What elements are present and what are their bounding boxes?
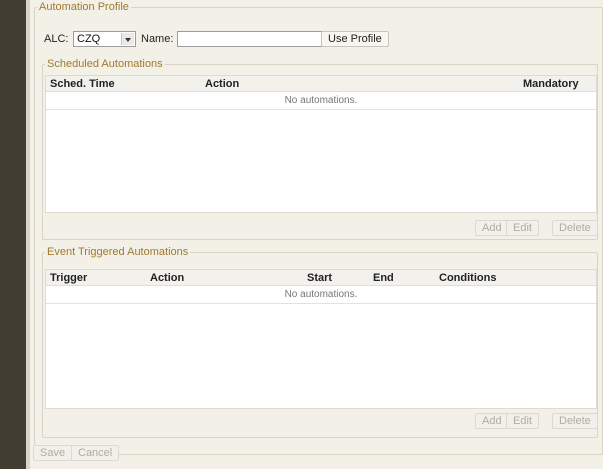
empty-message: No automations. <box>284 289 358 300</box>
empty-message: No automations. <box>284 95 358 106</box>
alc-select-value: CZQ <box>77 33 101 45</box>
table-header: Trigger Action Start End Conditions <box>46 270 596 286</box>
column-header-start[interactable]: Start <box>307 272 332 284</box>
event-triggered-automations-legend: Event Triggered Automations <box>47 246 189 258</box>
scheduled-add-button[interactable]: Add <box>475 220 509 236</box>
event-edit-button[interactable]: Edit <box>506 413 539 429</box>
event-delete-button[interactable]: Delete <box>552 413 598 429</box>
column-header-mandatory[interactable]: Mandatory <box>523 78 579 90</box>
scheduled-automations-legend: Scheduled Automations <box>47 58 163 70</box>
alc-label: ALC: <box>44 33 69 45</box>
column-header-trigger[interactable]: Trigger <box>50 272 87 284</box>
event-add-button[interactable]: Add <box>475 413 509 429</box>
alc-select[interactable]: CZQ <box>73 31 136 47</box>
column-header-action[interactable]: Action <box>205 78 239 90</box>
event-automations-table: Trigger Action Start End Conditions No a… <box>45 269 597 409</box>
cancel-button[interactable]: Cancel <box>71 445 120 461</box>
column-header-conditions[interactable]: Conditions <box>439 272 496 284</box>
empty-message-row: No automations. <box>46 286 596 304</box>
profile-name-select[interactable] <box>177 31 338 47</box>
chevron-down-icon[interactable] <box>121 33 134 45</box>
left-sidebar <box>0 0 26 469</box>
empty-message-row: No automations. <box>46 92 596 110</box>
profile-row: ALC: <box>44 31 68 47</box>
automation-panel: Automation Profile ALC: CZQ Name: Use Pr… <box>30 0 603 469</box>
column-header-end[interactable]: End <box>373 272 394 284</box>
name-label: Name: <box>141 33 174 45</box>
table-header: Sched. Time Action Mandatory <box>46 76 596 92</box>
automation-profile-legend: Automation Profile <box>39 1 129 13</box>
column-header-action[interactable]: Action <box>150 272 184 284</box>
scheduled-delete-button[interactable]: Delete <box>552 220 598 236</box>
scheduled-automations-table: Sched. Time Action Mandatory No automati… <box>45 75 597 213</box>
column-header-sched-time[interactable]: Sched. Time <box>50 78 115 90</box>
save-button[interactable]: Save <box>33 445 73 461</box>
use-profile-button[interactable]: Use Profile <box>321 31 389 47</box>
scheduled-edit-button[interactable]: Edit <box>506 220 539 236</box>
